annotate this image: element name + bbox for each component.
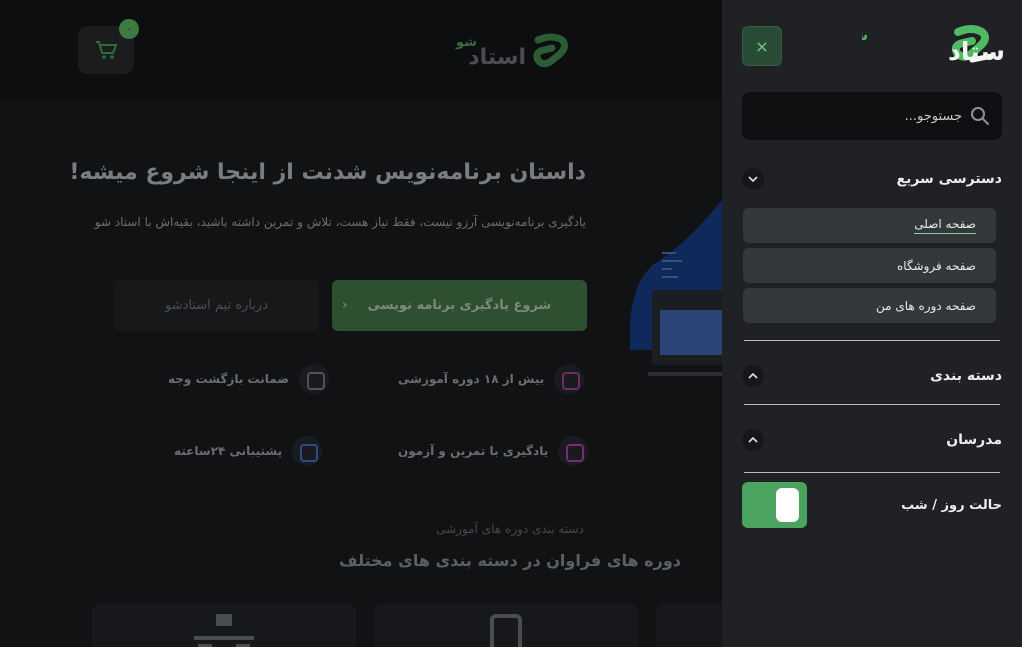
feature-courses: بیش از ۱۸ دوره آموزشی xyxy=(398,364,585,394)
cart-button[interactable]: ۰ xyxy=(78,19,139,74)
logo-text: استاد xyxy=(468,45,526,70)
side-drawer: × استاد شو دسترسی سریع صفحه اصلی صفحه فر… xyxy=(722,0,1022,647)
chevron-up-icon[interactable] xyxy=(742,365,764,387)
category-card[interactable] xyxy=(374,604,638,647)
edit-icon xyxy=(558,436,589,466)
quick-link-label: صفحه فروشگاه xyxy=(896,258,976,273)
feature-support-label: پشتیبانی ۲۴ساعته xyxy=(174,444,283,458)
theme-toggle-label: حالت روز / شب xyxy=(901,497,1002,513)
site-logo[interactable]: استاد شو xyxy=(446,28,586,74)
chevron-left-icon: ‹ xyxy=(342,298,348,313)
network-icon xyxy=(194,614,254,647)
quick-access-title: دسترسی سریع xyxy=(896,171,1002,187)
quick-link-shop[interactable]: صفحه فروشگاه xyxy=(743,248,996,283)
hero-title: داستان برنامه‌نویس شدنت از اینجا شروع می… xyxy=(69,160,586,185)
divider xyxy=(744,404,1000,405)
quick-link-label: صفحه دوره های من xyxy=(875,298,976,313)
feature-practice: یادگیری با تمرین و آزمون xyxy=(398,436,589,466)
quick-link-label: صفحه اصلی xyxy=(914,217,976,234)
drawer-logo[interactable]: استاد شو xyxy=(862,20,1004,70)
theme-toggle-row: حالت روز / شب xyxy=(742,482,1002,528)
feature-courses-label: بیش از ۱۸ دوره آموزشی xyxy=(398,372,545,386)
hero-illustration xyxy=(630,200,722,376)
feature-refund: ضمانت بازگشت وجه xyxy=(168,364,329,394)
site-header: ۰ استاد شو xyxy=(0,0,722,98)
theme-toggle-switch[interactable] xyxy=(742,482,807,528)
graduation-cap-icon xyxy=(554,364,585,394)
teachers-header[interactable]: مدرسان xyxy=(742,426,1002,454)
divider xyxy=(744,472,1000,473)
logo-tagline: شو xyxy=(455,35,477,50)
category-card[interactable] xyxy=(656,604,722,647)
close-icon: × xyxy=(755,36,769,56)
categories-header[interactable]: دسته بندی xyxy=(742,362,1002,390)
theme-toggle-knob xyxy=(776,488,799,522)
feature-practice-label: یادگیری با تمرین و آزمون xyxy=(398,444,549,458)
divider xyxy=(744,340,1000,341)
search-box[interactable] xyxy=(742,92,1002,140)
cart-icon xyxy=(96,41,118,59)
hero-subtitle: یادگیری برنامه‌نویسی آرزو نیست، فقط نیاز… xyxy=(94,215,586,229)
chevron-up-icon[interactable] xyxy=(742,429,764,451)
start-learning-label: شروع یادگیری برنامه نویسی xyxy=(367,298,552,313)
quick-link-my-courses[interactable]: صفحه دوره های من xyxy=(743,288,996,323)
about-team-label: درباره تیم استادشو xyxy=(165,298,268,313)
cart-count-badge: ۰ xyxy=(119,19,139,39)
teachers-menu-title: مدرسان xyxy=(946,432,1002,448)
chevron-down-icon[interactable] xyxy=(742,168,764,190)
drawer-logo-tagline: شو xyxy=(862,28,868,44)
about-team-button[interactable]: درباره تیم استادشو xyxy=(114,280,319,331)
categories-menu-title: دسته بندی xyxy=(930,368,1002,384)
close-drawer-button[interactable]: × xyxy=(742,26,782,66)
quick-link-home[interactable]: صفحه اصلی xyxy=(743,208,996,243)
search-icon xyxy=(971,107,989,125)
feature-support: پشتیبانی ۲۴ساعته xyxy=(174,436,323,466)
search-input[interactable] xyxy=(762,108,962,124)
categories-kicker: دسته بندی دوره های آموزشی xyxy=(436,522,584,536)
feature-refund-label: ضمانت بازگشت وجه xyxy=(168,372,289,386)
wallet-icon xyxy=(298,364,329,394)
quick-access-header[interactable]: دسترسی سریع xyxy=(742,165,1002,193)
drawer-logo-text: استاد xyxy=(948,37,1004,66)
categories-title: دوره های فراوان در دسته بندی های مختلف xyxy=(339,551,681,570)
start-learning-button[interactable]: ‹ شروع یادگیری برنامه نویسی xyxy=(332,280,587,331)
category-card[interactable] xyxy=(92,604,356,647)
phone-icon xyxy=(292,436,323,466)
mobile-icon xyxy=(490,614,522,647)
